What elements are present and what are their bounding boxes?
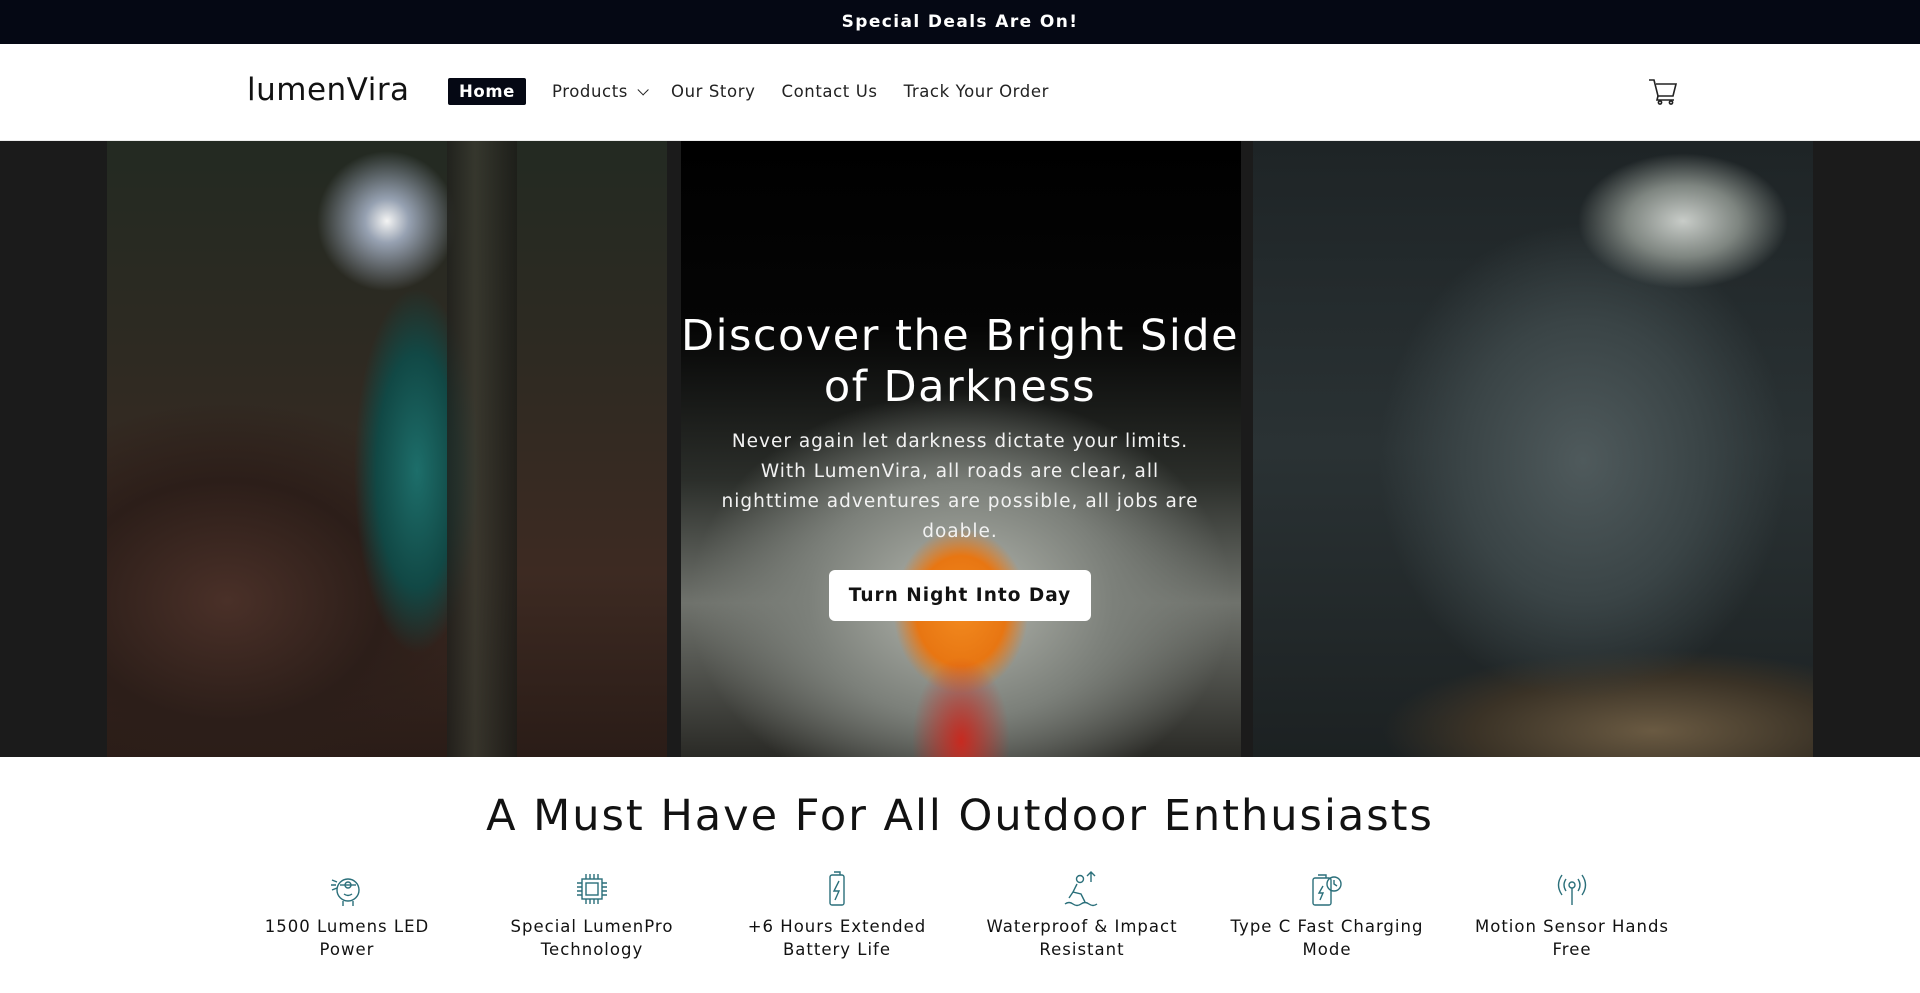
announcement-text: Special Deals Are On! bbox=[841, 12, 1079, 32]
feature-item: 1500 Lumens LED Power bbox=[237, 870, 457, 961]
feature-label: +6 Hours Extended Battery Life bbox=[747, 917, 927, 959]
feature-item: Type C Fast Charging Mode bbox=[1217, 870, 1437, 961]
feature-label: Type C Fast Charging Mode bbox=[1230, 917, 1424, 959]
nav-track-order[interactable]: Track Your Order bbox=[904, 82, 1049, 101]
waterproof-icon bbox=[1063, 870, 1101, 908]
feature-item: +6 Hours Extended Battery Life bbox=[727, 870, 947, 961]
headlamp-icon bbox=[328, 870, 366, 908]
logo-text: lumenVira bbox=[247, 72, 410, 108]
logo[interactable]: lumenVira bbox=[247, 72, 410, 108]
feature-label: Special LumenPro Technology bbox=[510, 917, 674, 959]
charging-icon bbox=[1308, 870, 1346, 908]
nav-products-label: Products bbox=[551, 82, 628, 101]
nav-home-label: Home bbox=[459, 82, 515, 101]
nav-our-story-label: Our Story bbox=[670, 82, 756, 101]
feature-item: Waterproof & Impact Resistant bbox=[972, 870, 1192, 961]
nav-home[interactable]: Home bbox=[448, 78, 526, 105]
nav-contact-us[interactable]: Contact Us bbox=[781, 82, 877, 101]
hero-content: Discover the Bright Side of Darkness Nev… bbox=[0, 311, 1920, 621]
feature-label: Motion Sensor Hands Free bbox=[1474, 917, 1670, 959]
chevron-down-icon bbox=[637, 83, 649, 96]
nav-contact-us-label: Contact Us bbox=[781, 82, 878, 101]
hero-title: Discover the Bright Side of Darkness bbox=[680, 311, 1240, 412]
nav-track-order-label: Track Your Order bbox=[903, 82, 1049, 101]
features-title: A Must Have For All Outdoor Enthusiasts bbox=[486, 791, 1434, 841]
motion-sensor-icon bbox=[1553, 870, 1591, 908]
nav-our-story[interactable]: Our Story bbox=[671, 82, 755, 101]
main-nav: Home Products Our Story Contact Us Track… bbox=[448, 78, 1075, 105]
feature-label: Waterproof & Impact Resistant bbox=[986, 917, 1178, 959]
hero-cta-button[interactable]: Turn Night Into Day bbox=[829, 570, 1091, 621]
hero-subtitle: Never again let darkness dictate your li… bbox=[721, 431, 1199, 542]
battery-icon bbox=[818, 870, 856, 908]
chip-icon bbox=[573, 870, 611, 908]
feature-item: Motion Sensor Hands Free bbox=[1462, 870, 1682, 961]
feature-item: Special LumenPro Technology bbox=[482, 870, 702, 961]
site-header: lumenVira Home Products Our Story Contac… bbox=[0, 44, 1920, 141]
cart-icon[interactable] bbox=[1648, 77, 1678, 105]
nav-products[interactable]: Products bbox=[551, 82, 649, 101]
hero-banner: Discover the Bright Side of Darkness Nev… bbox=[0, 141, 1920, 757]
feature-label: 1500 Lumens LED Power bbox=[264, 917, 430, 959]
announcement-bar: Special Deals Are On! bbox=[0, 0, 1920, 44]
